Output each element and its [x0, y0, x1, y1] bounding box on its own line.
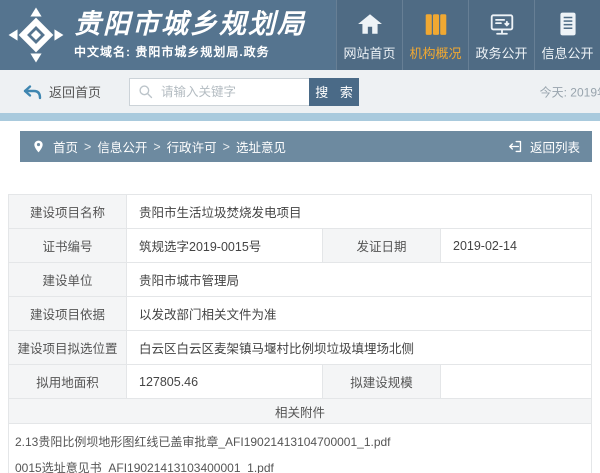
location-pin-icon [32, 139, 45, 154]
breadcrumb-separator: > [153, 140, 160, 154]
field-value: 筑规选字2019-0015号 [127, 229, 323, 263]
tab-label: 信息公开 [541, 43, 593, 62]
field-label: 拟用地面积 [9, 365, 127, 399]
breadcrumb-item-admin-permit[interactable]: 行政许可 [167, 137, 217, 156]
breadcrumb-item-info-disclosure[interactable]: 信息公开 [97, 137, 147, 156]
site-titles: 贵阳市城乡规划局 中文域名: 贵阳市城乡规划局.政务 [74, 10, 306, 60]
field-label: 建设项目名称 [9, 195, 127, 229]
attachments-header: 相关附件 [9, 399, 592, 424]
tab-government-affairs[interactable]: 政务公开 [468, 0, 534, 70]
table-row: 建设项目名称 贵阳市生活垃圾焚烧发电项目 [9, 195, 592, 229]
breadcrumb: 首页 > 信息公开 > 行政许可 > 选址意见 返回列表 [20, 131, 592, 162]
field-value: 贵阳市城市管理局 [127, 263, 592, 297]
date-text: 今天: 2019年 [540, 83, 600, 100]
field-value: 贵阳市生活垃圾焚烧发电项目 [127, 195, 592, 229]
document-icon [555, 11, 581, 37]
tab-site-home[interactable]: 网站首页 [336, 0, 402, 70]
field-label: 建设项目拟选位置 [9, 331, 127, 365]
field-label: 证书编号 [9, 229, 127, 263]
table-row: 建设项目拟选位置 白云区白云区麦架镇马堰村比例坝垃圾填埋场北侧 [9, 331, 592, 365]
back-to-list-label: 返回列表 [530, 137, 580, 156]
detail-table: 建设项目名称 贵阳市生活垃圾焚烧发电项目 证书编号 筑规选字2019-0015号… [8, 194, 592, 473]
back-to-list-button[interactable]: 返回列表 [507, 137, 580, 156]
toolbar: 返回首页 搜 索 今天: 2019年 [0, 70, 600, 113]
table-row: 拟用地面积 127805.46 拟建设规模 [9, 365, 592, 399]
search-input[interactable] [161, 85, 301, 99]
books-icon [423, 11, 449, 37]
tab-label: 机构概况 [409, 43, 461, 62]
tab-label: 政务公开 [475, 43, 527, 62]
field-value: 127805.46 [127, 365, 323, 399]
divider-strip [0, 113, 600, 121]
site-header: 贵阳市城乡规划局 中文域名: 贵阳市城乡规划局.政务 网站首页 [0, 0, 600, 70]
search-button[interactable]: 搜 索 [309, 78, 359, 106]
return-exit-icon [507, 138, 524, 155]
attachment-link[interactable]: 2.13贵阳比例坝地形图红线已盖审批章_AFI19021413104700001… [15, 433, 585, 450]
field-label: 建设单位 [9, 263, 127, 297]
home-icon [357, 11, 383, 37]
field-value: 以发改部门相关文件为准 [127, 297, 592, 331]
breadcrumb-item-site-opinion[interactable]: 选址意见 [236, 137, 286, 156]
search-group: 搜 索 [129, 78, 359, 106]
tab-label: 网站首页 [343, 43, 395, 62]
field-label: 拟建设规模 [323, 365, 441, 399]
tab-organization[interactable]: 机构概况 [402, 0, 468, 70]
project-detail: 建设项目名称 贵阳市生活垃圾焚烧发电项目 证书编号 筑规选字2019-0015号… [8, 194, 592, 473]
attachments-row: 2.13贵阳比例坝地形图红线已盖审批章_AFI19021413104700001… [9, 424, 592, 473]
table-row: 建设项目依据 以发改部门相关文件为准 [9, 297, 592, 331]
breadcrumb-item-home[interactable]: 首页 [53, 137, 78, 156]
field-value: 2019-02-14 [441, 229, 592, 263]
field-value [441, 365, 592, 399]
attachment-link[interactable]: 0015选址意见书_AFI19021413103400001_1.pdf [15, 459, 585, 473]
breadcrumb-separator: > [84, 140, 91, 154]
site-title: 贵阳市城乡规划局 [74, 10, 306, 40]
field-value: 白云区白云区麦架镇马堰村比例坝垃圾填埋场北侧 [127, 331, 592, 365]
tab-information-disclosure[interactable]: 信息公开 [534, 0, 600, 70]
attachments-cell: 2.13贵阳比例坝地形图红线已盖审批章_AFI19021413104700001… [9, 424, 592, 473]
search-icon [138, 84, 153, 99]
brand: 贵阳市城乡规划局 中文域名: 贵阳市城乡规划局.政务 [0, 0, 336, 70]
page: 贵阳市城乡规划局 中文域名: 贵阳市城乡规划局.政务 网站首页 [0, 0, 600, 473]
table-row: 建设单位 贵阳市城市管理局 [9, 263, 592, 297]
site-logo-icon [8, 7, 64, 63]
attachments-header-row: 相关附件 [9, 399, 592, 424]
main-nav: 网站首页 机构概况 [336, 0, 600, 70]
search-box [129, 78, 309, 106]
site-subtitle: 中文域名: 贵阳市城乡规划局.政务 [74, 43, 306, 60]
monitor-icon [489, 11, 515, 37]
back-arrow-icon [22, 83, 42, 101]
field-label: 发证日期 [323, 229, 441, 263]
table-row: 证书编号 筑规选字2019-0015号 发证日期 2019-02-14 [9, 229, 592, 263]
breadcrumb-separator: > [223, 140, 230, 154]
back-home-link[interactable]: 返回首页 [22, 82, 101, 101]
back-home-label: 返回首页 [49, 82, 101, 101]
field-label: 建设项目依据 [9, 297, 127, 331]
